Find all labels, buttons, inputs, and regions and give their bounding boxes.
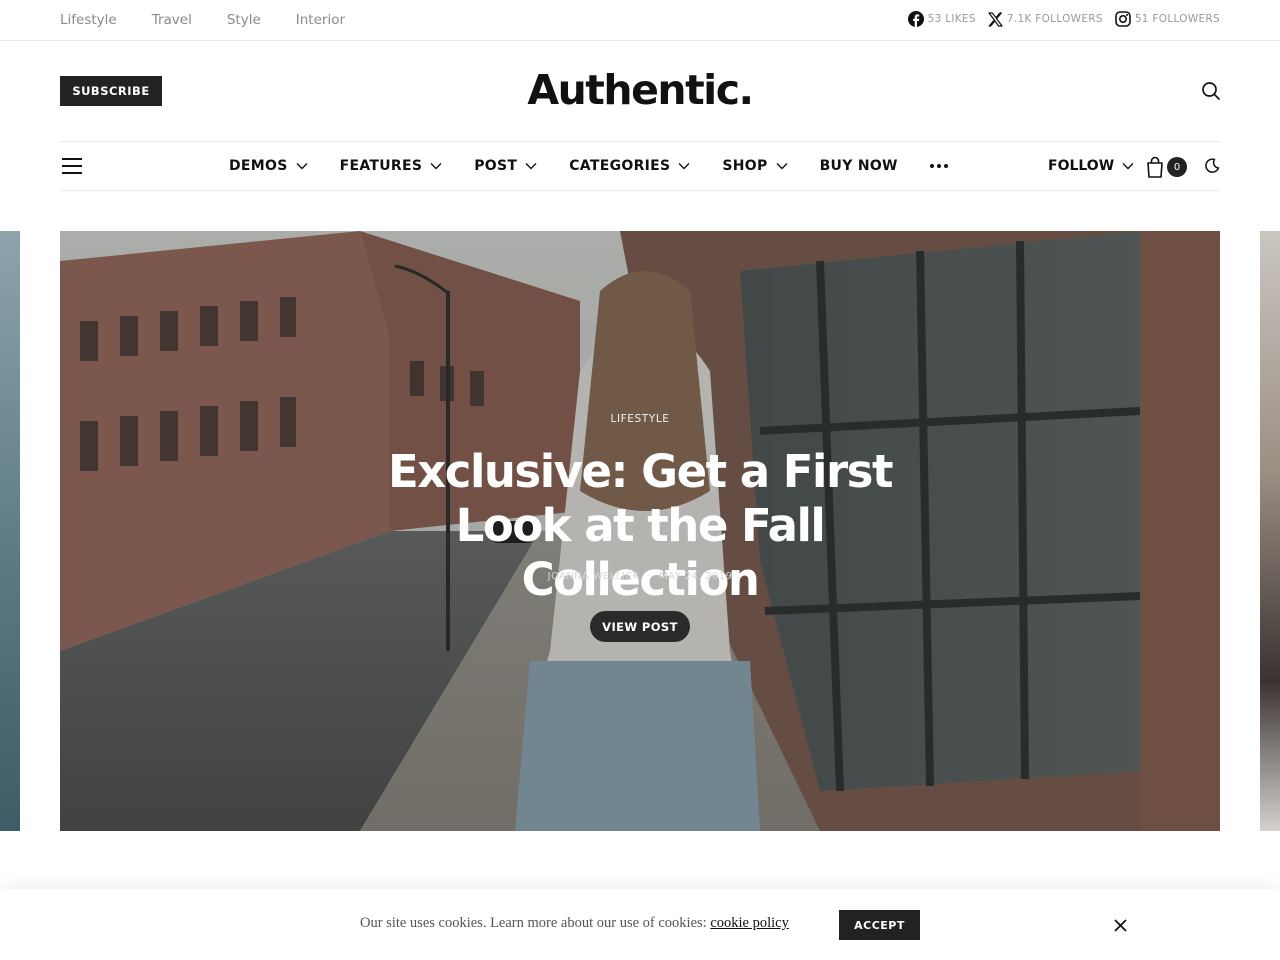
instagram-count: 51 FOLLOWERS xyxy=(1134,13,1220,25)
chevron-down-icon xyxy=(525,163,537,170)
hero-date: MAY 24, 2019 xyxy=(659,571,733,582)
cookie-message: Our site uses cookies. Learn more about … xyxy=(360,915,789,932)
nav-item-label: DEMOS xyxy=(229,158,288,174)
facebook-count: 53 LIKES xyxy=(927,13,976,25)
x-twitter-count: 7.1K FOLLOWERS xyxy=(1006,13,1103,25)
nav-item-label: FEATURES xyxy=(339,158,423,174)
hero-slide[interactable]: LIFESTYLE Exclusive: Get a First Look at… xyxy=(60,231,1220,831)
meta-separator: · xyxy=(647,571,652,582)
chevron-down-icon xyxy=(1122,163,1134,170)
top-category-nav: Lifestyle Travel Style Interior xyxy=(60,12,345,28)
top-link-interior[interactable]: Interior xyxy=(296,12,345,28)
chevron-down-icon xyxy=(776,163,788,170)
follow-label: FOLLOW xyxy=(1048,158,1115,174)
chevron-down-icon xyxy=(430,163,442,170)
top-link-lifestyle[interactable]: Lifestyle xyxy=(60,12,117,28)
close-icon[interactable] xyxy=(1113,918,1128,933)
cookie-consent-bar: Our site uses cookies. Learn more about … xyxy=(0,889,1280,960)
x-twitter-link[interactable]: 7.1K FOLLOWERS xyxy=(988,11,1103,27)
nav-item-post[interactable]: POST xyxy=(474,158,537,174)
cookie-text: Our site uses cookies. Learn more about … xyxy=(360,915,711,931)
menu-hamburger-icon[interactable] xyxy=(62,158,82,174)
nav-item-label: BUY NOW xyxy=(819,158,898,174)
social-links: 53 LIKES 7.1K FOLLOWERS 51 FOLLOWERS xyxy=(907,11,1220,27)
instagram-link[interactable]: 51 FOLLOWERS xyxy=(1115,11,1220,27)
top-link-style[interactable]: Style xyxy=(227,12,261,28)
chevron-down-icon xyxy=(296,163,308,170)
dark-mode-moon-icon[interactable] xyxy=(1204,158,1220,174)
nav-item-shop[interactable]: SHOP xyxy=(722,158,788,174)
nav-item-categories[interactable]: CATEGORIES xyxy=(569,158,690,174)
nav-item-features[interactable]: FEATURES xyxy=(340,158,443,174)
nav-item-buy-now[interactable]: BUY NOW xyxy=(820,158,898,174)
cookie-policy-link[interactable]: cookie policy xyxy=(710,915,789,931)
search-icon[interactable] xyxy=(1200,80,1222,102)
accept-cookies-button[interactable]: ACCEPT xyxy=(839,910,920,940)
cart-count-badge: 0 xyxy=(1167,157,1187,177)
hero-title[interactable]: Exclusive: Get a First Look at the Fall … xyxy=(340,445,940,607)
follow-dropdown[interactable]: FOLLOW xyxy=(1048,142,1134,190)
slider-prev-peek[interactable] xyxy=(0,231,20,831)
hero-content: LIFESTYLE Exclusive: Get a First Look at… xyxy=(60,231,1220,831)
chevron-down-icon xyxy=(678,163,690,170)
main-nav-items: DEMOS FEATURES POST CATEGORIES SHOP BUY … xyxy=(229,142,948,190)
top-link-travel[interactable]: Travel xyxy=(152,12,192,28)
hero-author[interactable]: JOANNA WELLICK xyxy=(548,571,640,582)
facebook-link[interactable]: 53 LIKES xyxy=(907,11,976,27)
main-nav: DEMOS FEATURES POST CATEGORIES SHOP BUY … xyxy=(60,141,1220,191)
facebook-icon xyxy=(907,11,924,27)
nav-item-label: SHOP xyxy=(722,158,768,174)
more-dots-icon[interactable] xyxy=(929,164,948,168)
top-bar: Lifestyle Travel Style Interior 53 LIKES… xyxy=(0,0,1280,41)
site-logo[interactable]: Authentic. xyxy=(0,66,1280,114)
nav-item-label: POST xyxy=(474,158,518,174)
nav-item-demos[interactable]: DEMOS xyxy=(229,158,308,174)
slider-next-peek[interactable] xyxy=(1260,231,1280,831)
view-post-button[interactable]: VIEW POST xyxy=(590,611,690,642)
hero-meta: JOANNA WELLICK · MAY 24, 2019 xyxy=(60,571,1220,582)
nav-item-label: CATEGORIES xyxy=(569,158,671,174)
hero-category[interactable]: LIFESTYLE xyxy=(60,413,1220,425)
instagram-icon xyxy=(1115,11,1131,27)
x-twitter-icon xyxy=(988,11,1003,27)
